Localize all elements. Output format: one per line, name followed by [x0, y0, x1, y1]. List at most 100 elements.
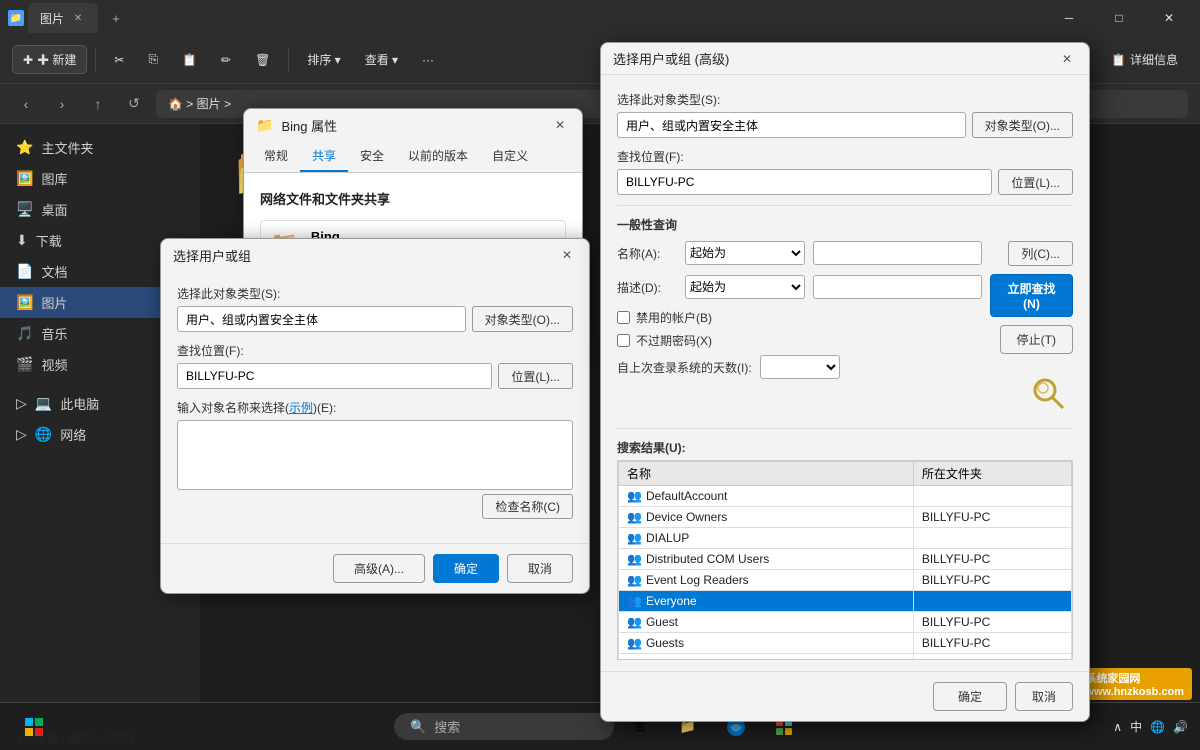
adv-location-btn[interactable]: 位置(L)... — [998, 169, 1073, 195]
check-name-btn[interactable]: 检查名称(C) — [482, 494, 573, 519]
user-icon: 👥 — [627, 510, 642, 524]
adv-divider-2 — [617, 428, 1073, 429]
tab-security[interactable]: 安全 — [348, 141, 396, 172]
sidebar-label: 视频 — [41, 355, 67, 374]
copy-btn[interactable]: ⎘ — [138, 47, 168, 72]
name-filter-input[interactable] — [813, 241, 982, 265]
refresh-btn[interactable]: ↺ — [120, 90, 148, 118]
computer-icon: 💻 — [35, 395, 52, 412]
tab-share[interactable]: 共享 — [300, 141, 348, 172]
adv-location-label: 查找位置(F): — [617, 148, 1073, 165]
select-user-cancel-btn[interactable]: 取消 — [507, 554, 573, 583]
results-label: 搜索结果(U): — [617, 439, 1073, 456]
location-value: BILLYFU-PC — [177, 363, 492, 389]
table-row[interactable]: 👥DefaultAccount — [619, 486, 1072, 507]
bing-dialog-close-btn[interactable]: ✕ — [550, 115, 570, 135]
tab-previous[interactable]: 以前的版本 — [396, 141, 480, 172]
disabled-accounts-checkbox[interactable] — [617, 311, 630, 324]
sidebar-item-desktop[interactable]: 🖥️ 桌面 — [0, 194, 200, 225]
bing-dialog-tabs: 常规 共享 安全 以前的版本 自定义 — [244, 141, 582, 173]
thispc-icon: ▷ — [16, 395, 27, 412]
table-row[interactable]: 👥Device OwnersBILLYFU-PC — [619, 507, 1072, 528]
music-icon: 🎵 — [16, 325, 33, 342]
paste-btn[interactable]: 📋 — [172, 48, 207, 72]
tab-add-btn[interactable]: + — [102, 4, 130, 32]
results-header: 名称 所在文件夹 — [619, 462, 1072, 486]
toolbar-separator — [95, 48, 96, 72]
chevron-up-icon[interactable]: ∧ — [1113, 720, 1122, 734]
advanced-close-btn[interactable]: ✕ — [1057, 49, 1077, 69]
user-icon: 👥 — [627, 489, 642, 503]
location-field: BILLYFU-PC 位置(L)... — [177, 363, 573, 389]
select-user-close-btn[interactable]: ✕ — [557, 245, 577, 265]
adv-object-type-value: 用户、组或内置安全主体 — [617, 112, 966, 138]
view-btn[interactable]: 查看 ▾ — [355, 46, 408, 73]
object-type-field: 用户、组或内置安全主体 对象类型(O)... — [177, 306, 573, 332]
tab-custom[interactable]: 自定义 — [480, 141, 540, 172]
sort-btn[interactable]: 排序 ▾ — [297, 46, 350, 73]
days-since-logon-select[interactable] — [760, 355, 840, 379]
table-row[interactable]: 👥GuestBILLYFU-PC — [619, 612, 1072, 633]
videos-icon: 🎬 — [16, 356, 33, 373]
desc-filter-select[interactable]: 起始为 — [685, 275, 805, 299]
adv-object-type-btn[interactable]: 对象类型(O)... — [972, 112, 1073, 138]
forward-btn[interactable]: › — [48, 90, 76, 118]
table-row[interactable]: 👥GuestsBILLYFU-PC — [619, 633, 1072, 654]
taskbar-search-box[interactable]: 🔍 搜索 — [394, 713, 614, 740]
pictures-icon: 🖼️ — [16, 294, 33, 311]
desc-filter-input[interactable] — [813, 275, 982, 299]
tab-general[interactable]: 常规 — [252, 141, 300, 172]
adv-ok-btn[interactable]: 确定 — [933, 682, 1007, 711]
bing-dialog-title-bar: 📁 Bing 属性 ✕ — [244, 109, 582, 141]
maximize-btn[interactable]: □ — [1096, 0, 1142, 36]
col-btn[interactable]: 列(C)... — [1008, 241, 1073, 266]
disabled-accounts-row: 禁用的帐户(B) — [617, 309, 982, 326]
sidebar-item-home[interactable]: ⭐ 主文件夹 — [0, 132, 200, 163]
table-row[interactable]: 👥Distributed COM UsersBILLYFU-PC — [619, 549, 1072, 570]
cut-btn[interactable]: ✂ — [104, 48, 134, 72]
object-name-input[interactable] — [177, 420, 573, 490]
example-link[interactable]: 示例 — [289, 401, 313, 415]
location-btn[interactable]: 位置(L)... — [498, 363, 573, 389]
results-container[interactable]: 名称 所在文件夹 👥DefaultAccount👥Device OwnersBI… — [617, 460, 1073, 660]
more-btn[interactable]: ··· — [412, 48, 444, 72]
toolbar-separator-2 — [288, 48, 289, 72]
speaker-tray-icon: 🔊 — [1173, 720, 1188, 734]
advanced-dialog-footer: 确定 取消 — [601, 671, 1089, 721]
object-name-field — [177, 420, 573, 490]
table-row[interactable]: 👥Event Log ReadersBILLYFU-PC — [619, 570, 1072, 591]
user-icon: 👥 — [627, 594, 642, 608]
select-user-title-bar: 选择用户或组 ✕ — [161, 239, 589, 271]
rename-btn[interactable]: ✏ — [211, 48, 241, 72]
up-btn[interactable]: ↑ — [84, 90, 112, 118]
home-icon: ⭐ — [16, 139, 33, 156]
explorer-tab[interactable]: 图片 ✕ — [28, 3, 98, 33]
start-btn[interactable] — [12, 707, 56, 747]
search-icon: 🔍 — [410, 719, 426, 735]
table-row[interactable]: 👥Hyper-V AdministratorsBILLYFU-PC — [619, 654, 1072, 661]
stop-btn[interactable]: 停止(T) — [1000, 325, 1073, 354]
find-now-btn[interactable]: 立即查找(N) — [990, 274, 1073, 317]
back-btn[interactable]: ‹ — [12, 90, 40, 118]
taskbar-start — [12, 707, 56, 747]
new-btn[interactable]: ✚ ✚ 新建 — [12, 45, 87, 74]
select-user-dialog: 选择用户或组 ✕ 选择此对象类型(S): 用户、组或内置安全主体 对象类型(O)… — [160, 238, 590, 594]
sidebar-label: 文档 — [41, 262, 67, 281]
minimize-btn[interactable]: ─ — [1046, 0, 1092, 36]
details-toggle[interactable]: 📋 详细信息 — [1101, 46, 1188, 73]
name-filter-select[interactable]: 起始为 — [685, 241, 805, 265]
sidebar-item-gallery[interactable]: 🖼️ 图库 — [0, 163, 200, 194]
table-row[interactable]: 👥Everyone — [619, 591, 1072, 612]
tab-close-btn[interactable]: ✕ — [70, 10, 86, 26]
close-btn[interactable]: ✕ — [1146, 0, 1192, 36]
advanced-btn[interactable]: 高级(A)... — [333, 554, 425, 583]
result-name-cell: 👥DefaultAccount — [619, 486, 914, 507]
adv-cancel-btn[interactable]: 取消 — [1015, 682, 1073, 711]
object-type-btn[interactable]: 对象类型(O)... — [472, 306, 573, 332]
select-user-ok-btn[interactable]: 确定 — [433, 554, 499, 583]
table-row[interactable]: 👥DIALUP — [619, 528, 1072, 549]
result-name-cell: 👥Hyper-V Administrators — [619, 654, 914, 661]
input-label-row: 输入对象名称来选择(示例)(E): 检查名称(C) — [177, 399, 573, 519]
no-expired-pwd-checkbox[interactable] — [617, 334, 630, 347]
delete-btn[interactable]: 🗑 — [245, 48, 280, 72]
